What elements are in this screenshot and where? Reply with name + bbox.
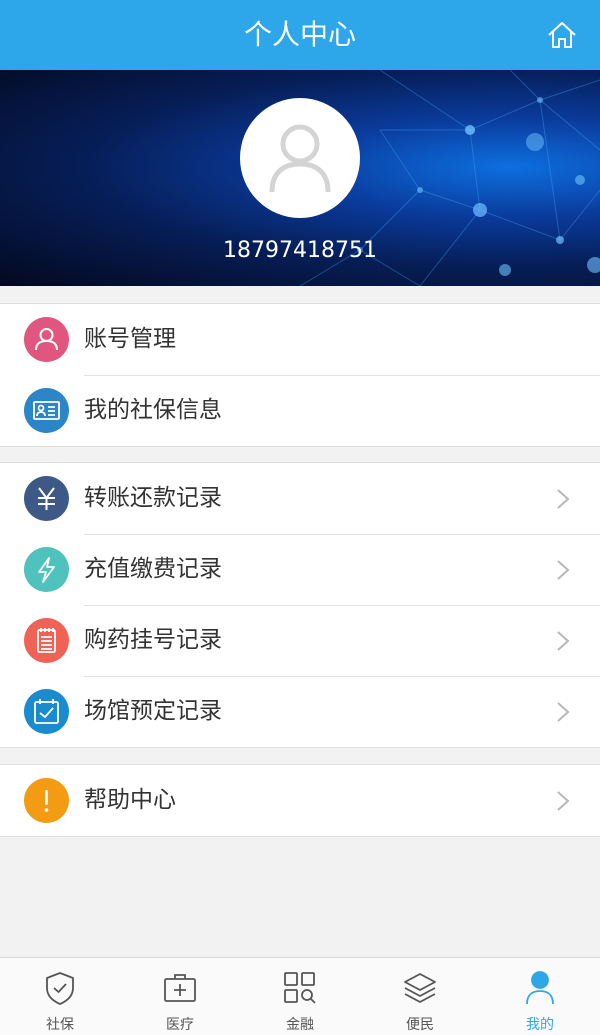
menu-item-transfer-records[interactable]: 转账还款记录	[0, 463, 600, 534]
menu-item-account-management[interactable]: 账号管理	[0, 304, 600, 375]
chevron-right-icon	[557, 791, 570, 811]
lightning-icon	[24, 547, 69, 592]
top-navigation-bar: 个人中心	[0, 0, 600, 70]
id-card-icon	[24, 388, 69, 433]
menu-item-medicine-registration-records[interactable]: 购药挂号记录	[0, 605, 600, 676]
tab-label: 金融	[286, 1017, 314, 1033]
calendar-check-icon	[24, 689, 69, 734]
notepad-icon	[24, 618, 69, 663]
menu-item-recharge-records[interactable]: 充值缴费记录	[0, 534, 600, 605]
menu-group-records: 转账还款记录 充值缴费记录 购药挂号记录 场馆预定记录	[0, 462, 600, 748]
user-phone-number: 18797418751	[223, 238, 377, 263]
tab-label: 便民	[406, 1017, 434, 1033]
tab-label: 医疗	[166, 1017, 194, 1033]
tab-label: 社保	[46, 1017, 74, 1033]
profile-banner: 18797418751	[0, 70, 600, 286]
tab-mine[interactable]: 我的	[480, 958, 600, 1035]
user-icon	[24, 317, 69, 362]
menu-item-label: 购药挂号记录	[84, 627, 222, 653]
menu-item-label: 转账还款记录	[84, 485, 222, 511]
page-title: 个人中心	[243, 18, 356, 51]
menu-group-account: 账号管理 我的社保信息	[0, 303, 600, 447]
menu-item-label: 充值缴费记录	[84, 556, 222, 582]
tab-social-security[interactable]: 社保	[0, 958, 120, 1035]
menu-item-label: 我的社保信息	[84, 397, 222, 423]
person-icon	[526, 971, 554, 1005]
bottom-tab-bar: 社保 医疗 金融 便民 我的	[0, 957, 600, 1035]
menu-item-label: 账号管理	[84, 326, 176, 352]
menu-item-label: 场馆预定记录	[84, 698, 222, 724]
tab-finance[interactable]: 金融	[240, 958, 360, 1035]
tab-convenience[interactable]: 便民	[360, 958, 480, 1035]
chevron-right-icon	[557, 560, 570, 580]
grid-search-icon	[284, 972, 316, 1004]
menu-item-label: 帮助中心	[84, 787, 176, 813]
layers-icon	[404, 973, 436, 1003]
user-avatar-icon[interactable]	[240, 98, 360, 218]
medical-kit-icon	[164, 974, 196, 1002]
menu-item-venue-booking-records[interactable]: 场馆预定记录	[0, 676, 600, 747]
exclamation-icon	[24, 778, 69, 823]
yen-icon	[24, 476, 69, 521]
home-icon[interactable]	[546, 20, 578, 50]
tab-medical[interactable]: 医疗	[120, 958, 240, 1035]
tab-label: 我的	[526, 1017, 554, 1033]
chevron-right-icon	[557, 631, 570, 651]
menu-item-social-security-info[interactable]: 我的社保信息	[0, 375, 600, 446]
menu-item-help-center[interactable]: 帮助中心	[0, 765, 600, 836]
menu-group-help: 帮助中心	[0, 764, 600, 837]
chevron-right-icon	[557, 702, 570, 722]
chevron-right-icon	[557, 489, 570, 509]
shield-check-icon	[46, 972, 74, 1005]
